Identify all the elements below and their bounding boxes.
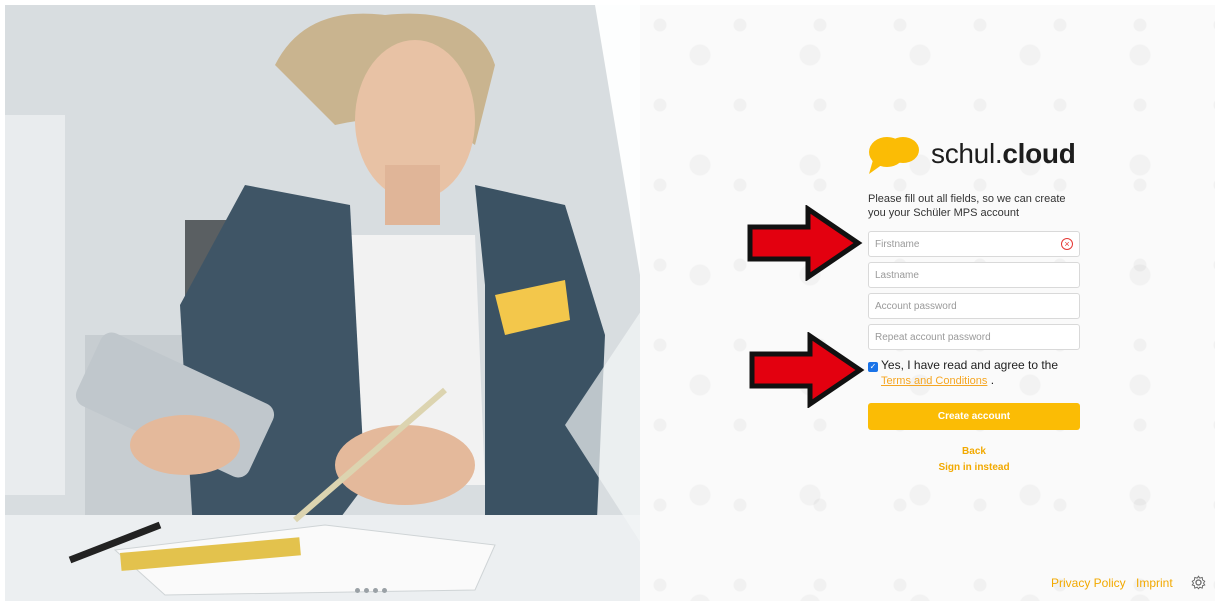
privacy-policy-link[interactable]: Privacy Policy: [1051, 576, 1126, 590]
carousel-dot[interactable]: [364, 588, 369, 593]
imprint-link[interactable]: Imprint: [1136, 576, 1173, 590]
annotation-arrow-icon: [749, 332, 865, 408]
carousel-dots[interactable]: [355, 588, 387, 593]
error-icon: ×: [1061, 238, 1073, 250]
password-input[interactable]: [869, 294, 1061, 318]
brand-name: schul.cloud: [931, 138, 1076, 169]
firstname-field[interactable]: ×: [868, 231, 1080, 257]
create-account-button[interactable]: Create account: [868, 403, 1080, 430]
carousel-dot[interactable]: [355, 588, 360, 593]
terms-link[interactable]: Terms and Conditions: [881, 375, 987, 387]
carousel-dot[interactable]: [373, 588, 378, 593]
sign-in-link[interactable]: Sign in instead: [868, 462, 1080, 473]
intro-text: Please fill out all fields, so we can cr…: [868, 193, 1066, 219]
terms-suffix: .: [990, 373, 995, 387]
cloud-logo-icon: [869, 137, 919, 174]
terms-checkbox[interactable]: ✓: [868, 362, 878, 372]
back-link[interactable]: Back: [868, 446, 1080, 457]
lastname-field[interactable]: [868, 262, 1080, 288]
password-field[interactable]: [868, 293, 1080, 319]
terms-agreement: ✓ Yes, I have read and agree to the Terms…: [868, 358, 1083, 389]
firstname-input[interactable]: [869, 232, 1061, 256]
settings-gear-icon[interactable]: [1191, 575, 1206, 590]
repeat-password-input[interactable]: [869, 325, 1061, 349]
brand-logo: schul.cloud: [867, 132, 1076, 176]
agree-text: Yes, I have read and agree to the: [881, 358, 1059, 372]
lastname-input[interactable]: [869, 263, 1061, 287]
repeat-password-field[interactable]: [868, 324, 1080, 350]
carousel-dot[interactable]: [382, 588, 387, 593]
annotation-arrow-icon: [747, 205, 863, 281]
